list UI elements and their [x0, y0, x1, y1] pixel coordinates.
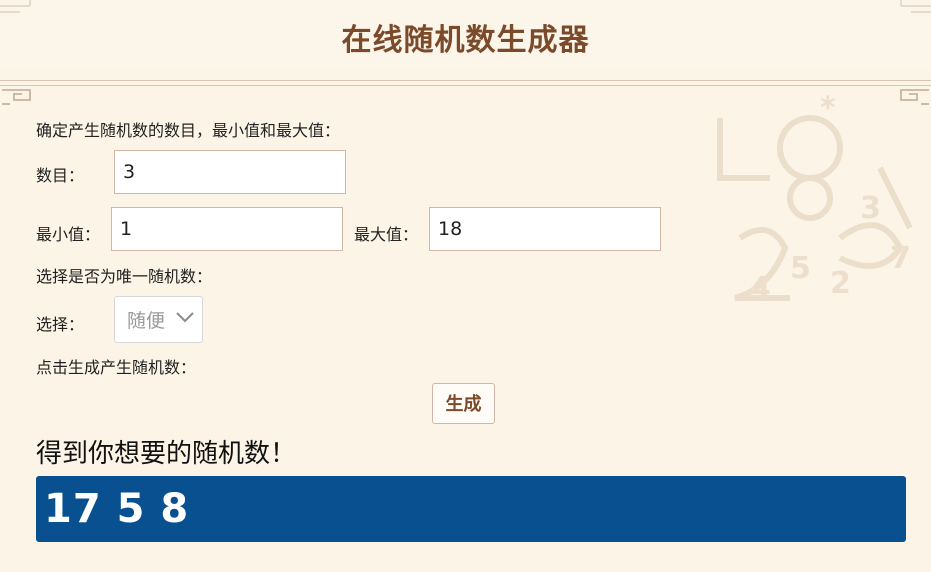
corner-ornament-icon: [900, 0, 931, 13]
decorative-digits-icon: 3 7 5 2 4 *: [717, 91, 913, 306]
unique-prompt: 选择是否为唯一随机数：: [36, 267, 213, 286]
max-label: 最大值：: [354, 225, 419, 244]
page-title: 在线随机数生成器: [341, 23, 590, 58]
svg-text:*: *: [820, 91, 836, 126]
intro-text: 确定产生随机数的数目，最小值和最大值：: [36, 121, 341, 140]
svg-text:3: 3: [860, 191, 881, 226]
select-value: 随便: [127, 310, 166, 332]
min-label: 最小值：: [36, 225, 101, 244]
result-output: 17 5 8: [36, 476, 906, 542]
min-input[interactable]: [111, 207, 343, 251]
divider: [0, 85, 931, 86]
result-title: 得到你想要的随机数！: [36, 439, 297, 469]
svg-text:7: 7: [890, 241, 911, 276]
svg-text:4: 4: [750, 271, 771, 306]
generate-prompt: 点击生成产生随机数：: [36, 358, 197, 377]
chevron-down-icon: [176, 312, 194, 323]
corner-ornament-icon: [2, 89, 31, 105]
corner-ornament-icon: [900, 89, 929, 105]
generate-button[interactable]: 生成: [432, 383, 495, 424]
count-label: 数目：: [36, 166, 85, 185]
divider: [0, 80, 931, 81]
count-input[interactable]: [114, 150, 346, 194]
select-label: 选择：: [36, 315, 85, 334]
page-header: 在线随机数生成器: [0, 0, 931, 70]
max-input[interactable]: [429, 207, 661, 251]
unique-select[interactable]: 随便: [114, 296, 203, 343]
svg-text:5: 5: [790, 251, 811, 286]
svg-text:2: 2: [830, 266, 851, 301]
corner-ornament-icon: [0, 0, 31, 13]
